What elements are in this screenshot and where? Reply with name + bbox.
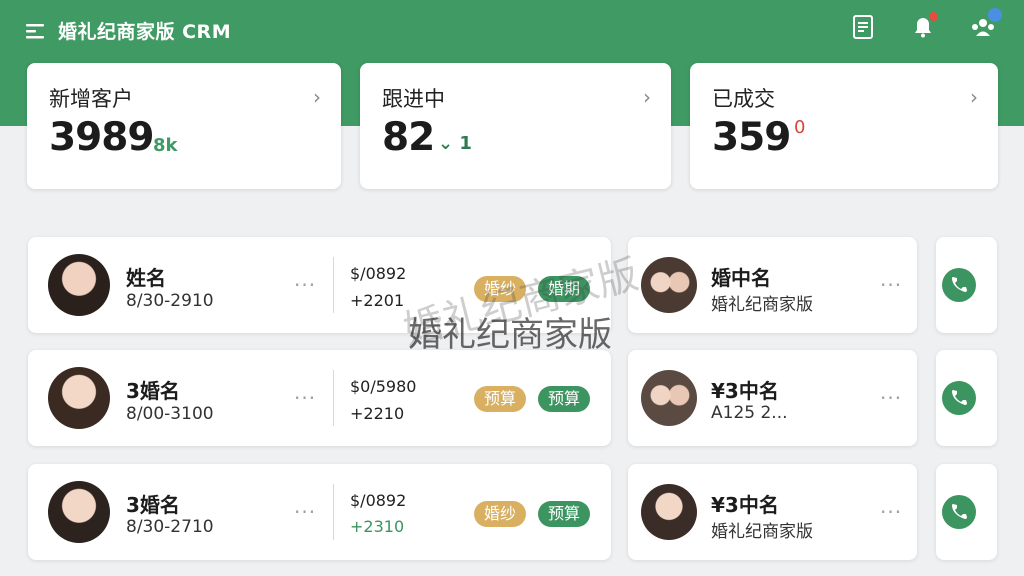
couple-name: ¥3中名 <box>711 493 779 517</box>
stat-value: 3989 <box>49 115 155 160</box>
stat-value: 359 <box>712 115 791 160</box>
stat-delta: 0 <box>794 117 806 138</box>
couple-sub: A125 2... <box>711 403 788 423</box>
divider <box>333 484 334 540</box>
avatar <box>641 370 697 426</box>
avatar <box>48 367 110 429</box>
call-card <box>936 350 997 446</box>
couple-name: 婚中名 <box>711 266 771 290</box>
call-card <box>936 237 997 333</box>
avatar <box>641 484 697 540</box>
more-icon[interactable]: ··· <box>880 273 902 297</box>
stat-card-closed[interactable]: 已成交 359 0 › <box>690 63 998 189</box>
customer-change: +2201 <box>350 291 405 310</box>
chevron-right-icon: › <box>643 85 651 109</box>
tag-green[interactable]: 预算 <box>538 386 591 412</box>
tag-gold[interactable]: 婚纱 <box>474 276 527 302</box>
customer-amount: $/0892 <box>350 491 407 510</box>
more-icon[interactable]: ··· <box>880 500 902 524</box>
customer-name: 3婚名 <box>126 379 180 403</box>
couple-card[interactable]: ¥3中名 婚礼纪商家版 ··· <box>628 464 917 560</box>
team-badge <box>988 8 1002 22</box>
avatar <box>641 257 697 313</box>
customer-card[interactable]: 3婚名 8/30-2710 ··· $/0892 +2310 婚纱 预算 <box>28 464 611 560</box>
menu-icon[interactable] <box>26 22 48 40</box>
customer-date: 8/30-2910 <box>126 291 214 311</box>
phone-icon[interactable] <box>942 495 976 529</box>
stat-label: 新增客户 <box>49 87 133 111</box>
header-brand: 婚礼纪商家版 CRM <box>26 17 231 44</box>
couple-card[interactable]: ¥3中名 A125 2... ··· <box>628 350 917 446</box>
notification-badge <box>929 12 938 21</box>
document-icon[interactable] <box>850 14 876 40</box>
customer-change: +2210 <box>350 404 405 423</box>
couple-sub: 婚礼纪商家版 <box>711 522 813 542</box>
more-icon[interactable]: ··· <box>880 386 902 410</box>
avatar <box>48 254 110 316</box>
couple-sub: 婚礼纪商家版 <box>711 295 813 315</box>
divider <box>333 257 334 313</box>
more-icon[interactable]: ··· <box>294 500 316 524</box>
tag-gold[interactable]: 预算 <box>474 386 527 412</box>
tag-green[interactable]: 预算 <box>538 501 591 527</box>
avatar <box>48 481 110 543</box>
chevron-right-icon: › <box>970 85 978 109</box>
stat-value: 82 <box>382 115 435 160</box>
stat-card-following[interactable]: 跟进中 82 ⌄ 1 › <box>360 63 671 189</box>
customer-name: 3婚名 <box>126 493 180 517</box>
customer-card[interactable]: 姓名 8/30-2910 ··· $/0892 +2201 婚纱 婚期 <box>28 237 611 333</box>
phone-icon[interactable] <box>942 381 976 415</box>
call-card <box>936 464 997 560</box>
chevron-right-icon: › <box>313 85 321 109</box>
app-title: 婚礼纪商家版 CRM <box>58 21 232 43</box>
tag-gold[interactable]: 婚纱 <box>474 501 527 527</box>
customer-card[interactable]: 3婚名 8/00-3100 ··· $0/5980 +2210 预算 预算 <box>28 350 611 446</box>
divider <box>333 370 334 426</box>
customer-name: 姓名 <box>126 266 166 290</box>
couple-name: ¥3中名 <box>711 379 779 403</box>
tag-green[interactable]: 婚期 <box>538 276 591 302</box>
stat-card-new-customers[interactable]: 新增客户 3989 8k › <box>27 63 341 189</box>
customer-amount: $0/5980 <box>350 377 417 396</box>
stat-delta: ⌄ 1 <box>438 133 472 154</box>
more-icon[interactable]: ··· <box>294 386 316 410</box>
couple-card[interactable]: 婚中名 婚礼纪商家版 ··· <box>628 237 917 333</box>
stat-delta: 8k <box>153 135 178 156</box>
customer-date: 8/00-3100 <box>126 404 214 424</box>
team-icon[interactable] <box>970 8 1002 40</box>
customer-change: +2310 <box>350 517 405 536</box>
more-icon[interactable]: ··· <box>294 273 316 297</box>
phone-icon[interactable] <box>942 268 976 302</box>
stat-label: 已成交 <box>712 87 775 111</box>
customer-date: 8/30-2710 <box>126 517 214 537</box>
bell-icon[interactable] <box>910 12 938 40</box>
customer-amount: $/0892 <box>350 264 407 283</box>
stat-label: 跟进中 <box>382 87 445 111</box>
